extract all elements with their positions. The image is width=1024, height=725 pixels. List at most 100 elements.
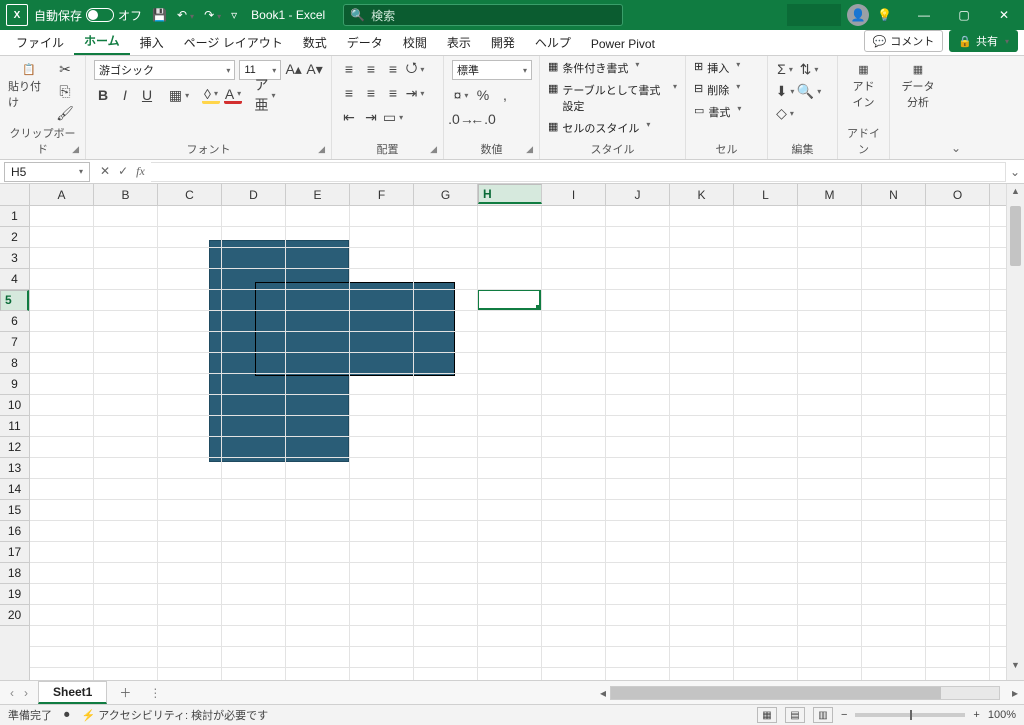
redo-button[interactable]: ↷ xyxy=(204,8,221,22)
align-middle-icon[interactable]: ≡ xyxy=(362,60,380,78)
cancel-formula-icon[interactable]: ✕ xyxy=(100,164,110,179)
italic-button[interactable]: I xyxy=(116,86,134,104)
tab-powerpivot[interactable]: Power Pivot xyxy=(581,33,665,55)
fx-icon[interactable]: fx xyxy=(136,164,145,179)
toggle-switch-icon[interactable] xyxy=(86,8,114,22)
page-break-view-icon[interactable]: ▥ xyxy=(813,707,833,723)
paste-button[interactable]: 📋貼り付け xyxy=(8,60,50,112)
row-header-6[interactable]: 6 xyxy=(0,311,29,332)
close-button[interactable]: ✕ xyxy=(984,0,1024,30)
col-header-G[interactable]: G xyxy=(414,184,478,205)
wrap-merge-icon[interactable]: ⇥ xyxy=(406,84,424,102)
data-analysis-button[interactable]: ▦データ 分析 xyxy=(898,60,938,112)
row-header-7[interactable]: 7 xyxy=(0,332,29,353)
col-header-M[interactable]: M xyxy=(798,184,862,205)
horizontal-scrollbar[interactable] xyxy=(610,686,1000,700)
autosave-toggle[interactable]: 自動保存 オフ xyxy=(34,7,142,24)
align-left-icon[interactable]: ≡ xyxy=(340,84,358,102)
scroll-up-icon[interactable]: ▲ xyxy=(1007,186,1024,204)
format-cells-button[interactable]: ▭ 書式 xyxy=(694,104,759,120)
row-header-17[interactable]: 17 xyxy=(0,542,29,563)
row-header-9[interactable]: 9 xyxy=(0,374,29,395)
sheet-tab-menu-icon[interactable]: ⋮ xyxy=(143,686,167,700)
dialog-launcher-icon[interactable]: ◢ xyxy=(526,144,533,155)
maximize-button[interactable]: ▢ xyxy=(944,0,984,30)
tab-review[interactable]: 校閲 xyxy=(393,30,437,55)
row-header-11[interactable]: 11 xyxy=(0,416,29,437)
tab-help[interactable]: ヘルプ xyxy=(525,30,581,55)
decrease-indent-icon[interactable]: ⇤ xyxy=(340,108,358,126)
align-right-icon[interactable]: ≡ xyxy=(384,84,402,102)
expand-formula-bar-icon[interactable]: ⌄ xyxy=(1006,165,1024,179)
copy-icon[interactable]: ⎘ xyxy=(56,82,74,100)
col-header-C[interactable]: C xyxy=(158,184,222,205)
increase-indent-icon[interactable]: ⇥ xyxy=(362,108,380,126)
zoom-in-icon[interactable]: + xyxy=(973,709,979,721)
row-header-10[interactable]: 10 xyxy=(0,395,29,416)
vscroll-thumb[interactable] xyxy=(1010,206,1021,266)
row-header-14[interactable]: 14 xyxy=(0,479,29,500)
page-layout-view-icon[interactable]: ▤ xyxy=(785,707,805,723)
row-header-19[interactable]: 19 xyxy=(0,584,29,605)
col-header-H[interactable]: H xyxy=(478,184,542,204)
row-header-16[interactable]: 16 xyxy=(0,521,29,542)
row-header-3[interactable]: 3 xyxy=(0,248,29,269)
account-block[interactable] xyxy=(787,4,841,26)
name-box[interactable]: H5▾ xyxy=(4,162,90,182)
clear-icon[interactable]: ◇ xyxy=(776,104,794,122)
font-name-select[interactable]: 游ゴシック xyxy=(94,60,235,80)
column-headers[interactable]: ABCDEFGHIJKLMNO xyxy=(30,184,1006,206)
minimize-button[interactable]: — xyxy=(904,0,944,30)
user-avatar-icon[interactable]: 👤 xyxy=(847,4,869,26)
qat-customize[interactable]: ▿ xyxy=(231,8,237,22)
decrease-decimal-icon[interactable]: ←.0 xyxy=(474,110,492,128)
percent-format-icon[interactable]: % xyxy=(474,86,492,104)
zoom-level[interactable]: 100% xyxy=(988,709,1016,721)
col-header-D[interactable]: D xyxy=(222,184,286,205)
format-as-table-button[interactable]: ▦ テーブルとして書式設定 xyxy=(548,82,677,114)
align-top-icon[interactable]: ≡ xyxy=(340,60,358,78)
row-header-18[interactable]: 18 xyxy=(0,563,29,584)
format-painter-icon[interactable]: 🖌 xyxy=(56,104,74,122)
col-header-L[interactable]: L xyxy=(734,184,798,205)
sheet-tab-active[interactable]: Sheet1 xyxy=(38,681,107,704)
row-header-20[interactable]: 20 xyxy=(0,605,29,626)
tab-home[interactable]: ホーム xyxy=(74,28,130,55)
search-box[interactable]: 🔍 検索 xyxy=(343,4,623,26)
row-header-12[interactable]: 12 xyxy=(0,437,29,458)
phonetic-button[interactable]: ア亜 xyxy=(256,86,274,104)
dialog-launcher-icon[interactable]: ◢ xyxy=(318,144,325,155)
vertical-scrollbar[interactable]: ▲ ▼ xyxy=(1006,184,1024,680)
dialog-launcher-icon[interactable]: ◢ xyxy=(430,144,437,155)
enter-formula-icon[interactable]: ✓ xyxy=(118,164,128,179)
autosum-icon[interactable]: Σ xyxy=(776,60,794,78)
sheet-nav-next-icon[interactable]: › xyxy=(24,686,28,700)
addins-button[interactable]: ▦アド イン xyxy=(846,60,881,112)
comments-button[interactable]: 💬 コメント xyxy=(864,30,944,52)
col-header-E[interactable]: E xyxy=(286,184,350,205)
normal-view-icon[interactable]: ▦ xyxy=(757,707,777,723)
decrease-font-icon[interactable]: A▾ xyxy=(306,60,323,78)
align-bottom-icon[interactable]: ≡ xyxy=(384,60,402,78)
row-headers[interactable]: 1234567891011121314151617181920 xyxy=(0,206,30,680)
fill-icon[interactable]: ⬇ xyxy=(776,82,794,100)
new-sheet-button[interactable]: ＋ xyxy=(107,684,143,701)
cell-styles-button[interactable]: ▦ セルのスタイル xyxy=(548,120,677,136)
col-header-I[interactable]: I xyxy=(542,184,606,205)
row-header-15[interactable]: 15 xyxy=(0,500,29,521)
dialog-launcher-icon[interactable]: ◢ xyxy=(72,144,79,155)
col-header-O[interactable]: O xyxy=(926,184,990,205)
tab-data[interactable]: データ xyxy=(337,30,393,55)
scroll-down-icon[interactable]: ▼ xyxy=(1007,660,1024,678)
col-header-A[interactable]: A xyxy=(30,184,94,205)
accounting-format-icon[interactable]: ¤ xyxy=(452,86,470,104)
zoom-out-icon[interactable]: − xyxy=(841,709,847,721)
tips-icon[interactable]: 💡 xyxy=(877,8,892,22)
zoom-slider[interactable] xyxy=(855,713,965,717)
delete-cells-button[interactable]: ⊟ 削除 xyxy=(694,82,759,98)
row-header-8[interactable]: 8 xyxy=(0,353,29,374)
col-header-B[interactable]: B xyxy=(94,184,158,205)
col-header-F[interactable]: F xyxy=(350,184,414,205)
row-header-13[interactable]: 13 xyxy=(0,458,29,479)
formula-input[interactable] xyxy=(151,162,1006,182)
